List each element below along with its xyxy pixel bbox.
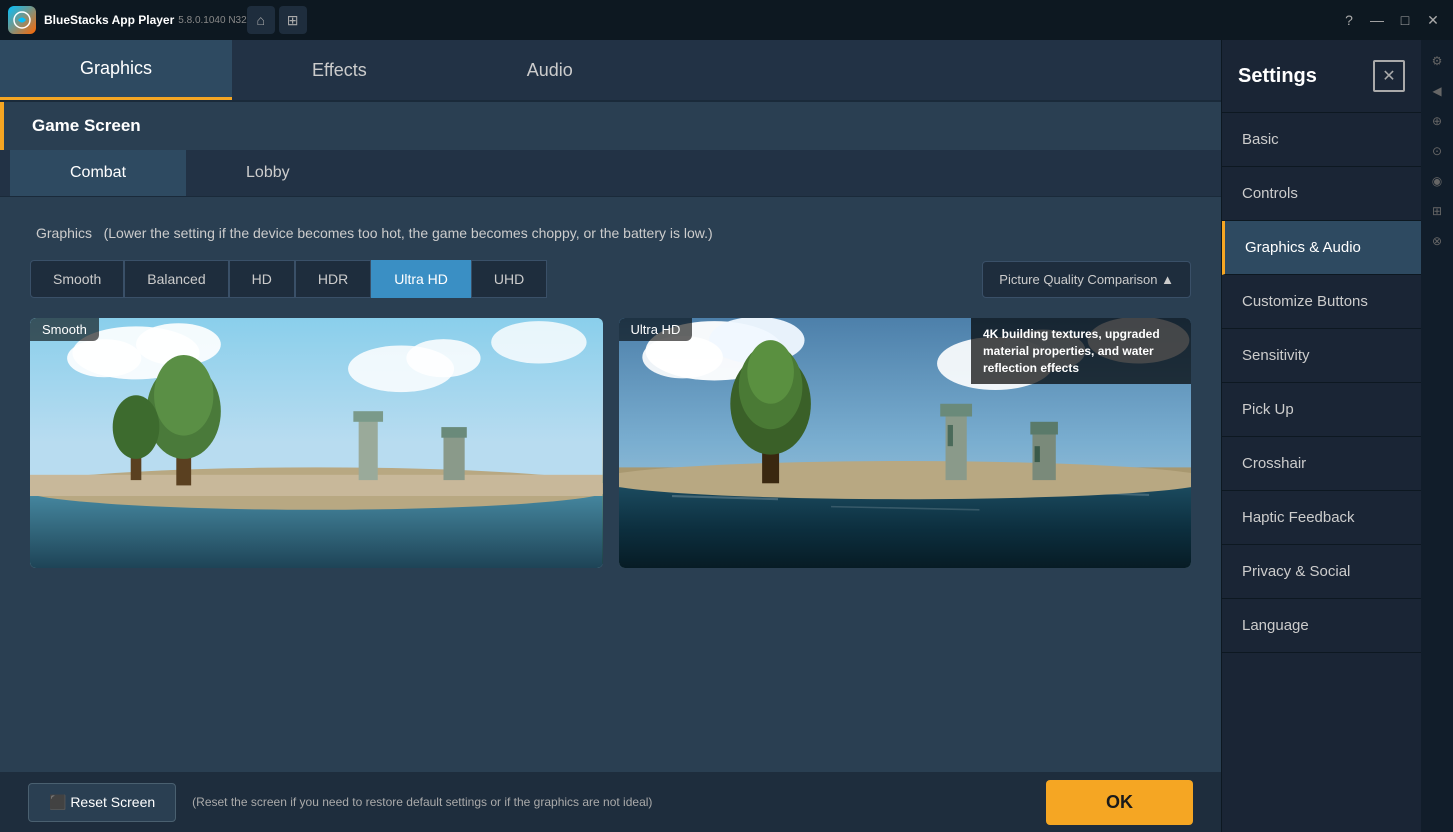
titlebar-nav: ⌂ ⊞ — [247, 6, 307, 34]
settings-panel: Graphics Effects Audio Game Screen Comba… — [0, 40, 1221, 832]
multiinstance-button[interactable]: ⊞ — [279, 6, 307, 34]
bottom-bar: ⬛ Reset Screen (Reset the screen if you … — [0, 772, 1221, 832]
far-icon-4[interactable]: ⊙ — [1424, 138, 1450, 164]
sidebar-title: Settings — [1238, 65, 1317, 88]
far-icon-3[interactable]: ⊕ — [1424, 108, 1450, 134]
sidebar-item-language[interactable]: Language — [1222, 599, 1421, 653]
smooth-scene — [30, 318, 603, 568]
sidebar-item-basic[interactable]: Basic — [1222, 113, 1421, 167]
minimize-button[interactable]: — — [1365, 8, 1389, 32]
tab-graphics[interactable]: Graphics — [0, 40, 232, 100]
reset-screen-button[interactable]: ⬛ Reset Screen — [28, 783, 176, 822]
top-tabs: Graphics Effects Audio — [0, 40, 1221, 102]
sidebar-item-pick-up[interactable]: Pick Up — [1222, 383, 1421, 437]
close-button[interactable]: ✕ — [1421, 8, 1445, 32]
main-area: Graphics Effects Audio Game Screen Comba… — [0, 40, 1453, 832]
reset-hint: (Reset the screen if you need to restore… — [192, 795, 1030, 809]
sidebar-item-graphics-audio[interactable]: Graphics & Audio — [1222, 221, 1421, 275]
quality-hd[interactable]: HD — [229, 260, 295, 298]
comparison-row: Smooth — [30, 318, 1191, 568]
app-name: BlueStacks App Player — [44, 13, 174, 27]
maximize-button[interactable]: □ — [1393, 8, 1417, 32]
sub-tabs: Combat Lobby — [0, 150, 1221, 197]
quality-ultrahd[interactable]: Ultra HD — [371, 260, 471, 298]
sidebar-item-customize-buttons[interactable]: Customize Buttons — [1222, 275, 1421, 329]
ultrahd-desc: 4K building textures, upgraded material … — [971, 318, 1191, 384]
quality-balanced[interactable]: Balanced — [124, 260, 228, 298]
comparison-smooth: Smooth — [30, 318, 603, 568]
tab-effects[interactable]: Effects — [232, 40, 447, 100]
ok-button[interactable]: OK — [1046, 780, 1193, 825]
sidebar-item-haptic-feedback[interactable]: Haptic Feedback — [1222, 491, 1421, 545]
content-area: Graphics (Lower the setting if the devic… — [0, 197, 1221, 772]
home-button[interactable]: ⌂ — [247, 6, 275, 34]
app-logo — [8, 6, 36, 34]
window-controls: ? — □ ✕ — [1337, 8, 1445, 32]
quality-smooth[interactable]: Smooth — [30, 260, 124, 298]
right-sidebar: Settings ✕ Basic Controls Graphics & Aud… — [1221, 40, 1421, 832]
graphics-title: Graphics (Lower the setting if the devic… — [30, 221, 1191, 244]
ultrahd-label: Ultra HD — [619, 318, 693, 341]
help-button[interactable]: ? — [1337, 8, 1361, 32]
far-icon-7[interactable]: ⊗ — [1424, 228, 1450, 254]
sidebar-item-sensitivity[interactable]: Sensitivity — [1222, 329, 1421, 383]
far-icon-1[interactable]: ⚙ — [1424, 48, 1450, 74]
picture-quality-button[interactable]: Picture Quality Comparison ▲ — [982, 261, 1191, 298]
sidebar-header: Settings ✕ — [1222, 40, 1421, 113]
quality-buttons: Smooth Balanced HD HDR Ultra HD UHD Pict… — [30, 260, 1191, 298]
settings-close-button[interactable]: ✕ — [1373, 60, 1405, 92]
far-icon-6[interactable]: ⊞ — [1424, 198, 1450, 224]
smooth-label: Smooth — [30, 318, 99, 341]
sidebar-items: Basic Controls Graphics & Audio Customiz… — [1222, 113, 1421, 832]
far-icon-5[interactable]: ◉ — [1424, 168, 1450, 194]
comparison-ultrahd: Ultra HD 4K building textures, upgraded … — [619, 318, 1192, 568]
section-label: Game Screen — [0, 102, 1221, 150]
tab-audio[interactable]: Audio — [447, 40, 653, 100]
sidebar-item-privacy-social[interactable]: Privacy & Social — [1222, 545, 1421, 599]
far-right-icons: ⚙ ◀ ⊕ ⊙ ◉ ⊞ ⊗ — [1421, 40, 1453, 832]
title-bar: BlueStacks App Player 5.8.0.1040 N32 ⌂ ⊞… — [0, 0, 1453, 40]
sidebar-item-controls[interactable]: Controls — [1222, 167, 1421, 221]
quality-hdr[interactable]: HDR — [295, 260, 371, 298]
far-icon-2[interactable]: ◀ — [1424, 78, 1450, 104]
app-version: 5.8.0.1040 N32 — [178, 15, 246, 26]
subtab-combat[interactable]: Combat — [10, 150, 186, 196]
quality-uhd[interactable]: UHD — [471, 260, 547, 298]
subtab-lobby[interactable]: Lobby — [186, 150, 350, 196]
sidebar-item-crosshair[interactable]: Crosshair — [1222, 437, 1421, 491]
